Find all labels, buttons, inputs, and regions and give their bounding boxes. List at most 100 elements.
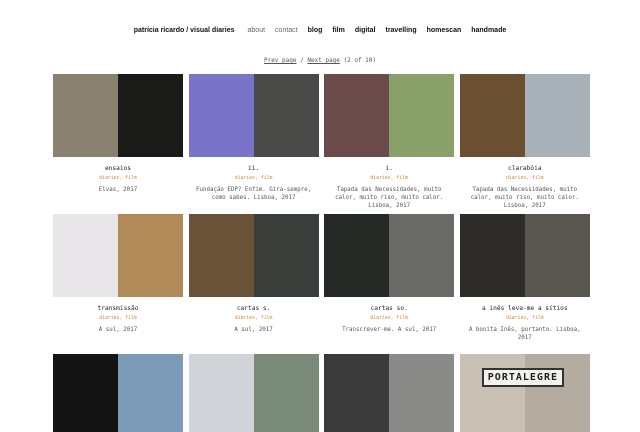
- nav-link-film[interactable]: film: [332, 27, 344, 34]
- nav-link-handmade[interactable]: handmade: [471, 27, 506, 34]
- photo-right: [118, 74, 183, 157]
- tag-link[interactable]: film: [396, 316, 408, 321]
- post-caption: ensaios diaries, film Elvas, 2017: [53, 157, 183, 214]
- post-title-link[interactable]: clarabóia: [460, 157, 590, 172]
- post-card: PORTALEGRE: [459, 354, 590, 432]
- tag-link[interactable]: film: [396, 176, 408, 181]
- tag-link[interactable]: diaries: [370, 316, 390, 321]
- tag-separator: ,: [255, 316, 258, 321]
- tag-separator: ,: [390, 176, 394, 181]
- post-title-link[interactable]: transmissão: [53, 297, 183, 312]
- post-title-link[interactable]: ii.: [189, 157, 319, 172]
- page-count: (2 of 10): [343, 57, 377, 64]
- post-tags: diaries, film: [189, 172, 319, 181]
- post-tags: diaries, film: [189, 312, 319, 321]
- tag-link[interactable]: film: [532, 176, 544, 181]
- post-card: ii. diaries, film Fundação EDP? Enfim. Gir…: [188, 74, 319, 214]
- post-description: A bonita Inês, portanto. Lisboa, 2017: [468, 327, 581, 341]
- post-card: transmissão diaries, film A sul, 2017: [53, 214, 183, 354]
- photo-right: [524, 214, 590, 297]
- post-thumbnail[interactable]: [53, 214, 183, 297]
- tag-link[interactable]: diaries: [506, 176, 526, 181]
- pager-separator: /: [300, 57, 304, 64]
- post-thumbnail[interactable]: [188, 214, 319, 297]
- post-description: A sul, 2017: [234, 327, 273, 333]
- post-tags: diaries, film: [53, 312, 183, 321]
- top-navigation: patrícia ricardo / visual diaries about …: [0, 24, 640, 36]
- photo-sign: PORTALEGRE: [481, 368, 564, 387]
- post-card: [324, 354, 455, 432]
- post-description: Fundação EDP? Enfim. Gira-sempre, como s…: [196, 187, 312, 201]
- tag-link[interactable]: diaries: [99, 176, 119, 181]
- photo-left: [324, 354, 390, 432]
- tag-separator: ,: [526, 316, 530, 321]
- nav-link-digital[interactable]: digital: [355, 27, 376, 34]
- post-thumbnail[interactable]: [324, 354, 455, 432]
- photo-left: [53, 214, 118, 297]
- post-grid: ensaios diaries, film Elvas, 2017 ii. diarie…: [53, 74, 590, 432]
- nav-link-about[interactable]: about: [248, 27, 266, 34]
- photo-right: [118, 354, 183, 432]
- site-title-link[interactable]: patrícia ricardo / visual diaries: [134, 27, 235, 34]
- post-card: clarabóia diaries, film Tapada das Necessi…: [459, 74, 590, 214]
- nav-link-travelling[interactable]: travelling: [385, 27, 416, 34]
- post-thumbnail[interactable]: [53, 74, 183, 157]
- tag-link[interactable]: film: [261, 316, 273, 321]
- post-caption: i. diaries, film Tapada das Necessidades, …: [324, 157, 454, 214]
- tag-separator: ,: [119, 176, 123, 181]
- next-page-link[interactable]: Next page: [307, 57, 340, 64]
- post-title-link[interactable]: i.: [324, 157, 454, 172]
- tag-link[interactable]: film: [125, 176, 137, 181]
- post-thumbnail[interactable]: [324, 214, 455, 297]
- post-description: Elvas, 2017: [98, 187, 138, 193]
- post-tags: diaries, film: [460, 172, 590, 181]
- tag-link[interactable]: diaries: [506, 316, 526, 321]
- tag-link[interactable]: diaries: [235, 316, 255, 321]
- prev-page-link[interactable]: Prev page: [264, 57, 297, 64]
- photo-right: [389, 74, 455, 157]
- photo-left: [459, 214, 525, 297]
- post-card: [188, 354, 319, 432]
- post-description: A sul, 2017: [98, 327, 138, 333]
- post-thumbnail[interactable]: [324, 74, 455, 157]
- photo-left: [324, 214, 390, 297]
- nav-link-blog[interactable]: blog: [308, 27, 323, 34]
- photo-left: [459, 354, 525, 432]
- pagination: Prev page / Next page (2 of 10): [0, 57, 640, 64]
- post-description: Tapada das Necessidades, muito calor, mu…: [335, 187, 444, 209]
- post-thumbnail[interactable]: [188, 354, 319, 432]
- tag-link[interactable]: film: [125, 316, 137, 321]
- post-thumbnail[interactable]: [53, 354, 183, 432]
- photo-left: [188, 214, 254, 297]
- tag-link[interactable]: diaries: [99, 316, 119, 321]
- post-card: a inês leva-me a sítios diaries, film A bo…: [459, 214, 590, 354]
- photo-right: [253, 354, 319, 432]
- post-title-link[interactable]: cartas so.: [324, 297, 454, 312]
- photo-left: [188, 354, 254, 432]
- tag-separator: ,: [255, 176, 258, 181]
- post-title-link[interactable]: cartas s.: [189, 297, 319, 312]
- post-card: cartas so. diaries, film Transcrever-me. A…: [324, 214, 455, 354]
- nav-link-homescan[interactable]: homescan: [427, 27, 462, 34]
- tag-link[interactable]: diaries: [235, 176, 255, 181]
- nav-link-contact[interactable]: contact: [275, 27, 298, 34]
- post-thumbnail[interactable]: [459, 74, 590, 157]
- post-card: i. diaries, film Tapada das Necessidades, …: [324, 74, 455, 214]
- post-card: [53, 354, 183, 432]
- post-title-link[interactable]: a inês leva-me a sítios: [460, 297, 590, 312]
- post-title-link[interactable]: ensaios: [53, 157, 183, 172]
- tag-link[interactable]: diaries: [370, 176, 390, 181]
- post-tags: diaries, film: [53, 172, 183, 181]
- photo-right: [253, 214, 319, 297]
- photo-right: [253, 74, 319, 157]
- post-tags: diaries, film: [324, 312, 454, 321]
- photo-left: [188, 74, 254, 157]
- photo-left: [324, 74, 390, 157]
- post-thumbnail[interactable]: PORTALEGRE: [459, 354, 590, 432]
- post-thumbnail[interactable]: [188, 74, 319, 157]
- tag-link[interactable]: film: [532, 316, 544, 321]
- post-caption: a inês leva-me a sítios diaries, film A bo…: [460, 297, 590, 354]
- tag-link[interactable]: film: [261, 176, 273, 181]
- tag-separator: ,: [119, 316, 123, 321]
- post-thumbnail[interactable]: [459, 214, 590, 297]
